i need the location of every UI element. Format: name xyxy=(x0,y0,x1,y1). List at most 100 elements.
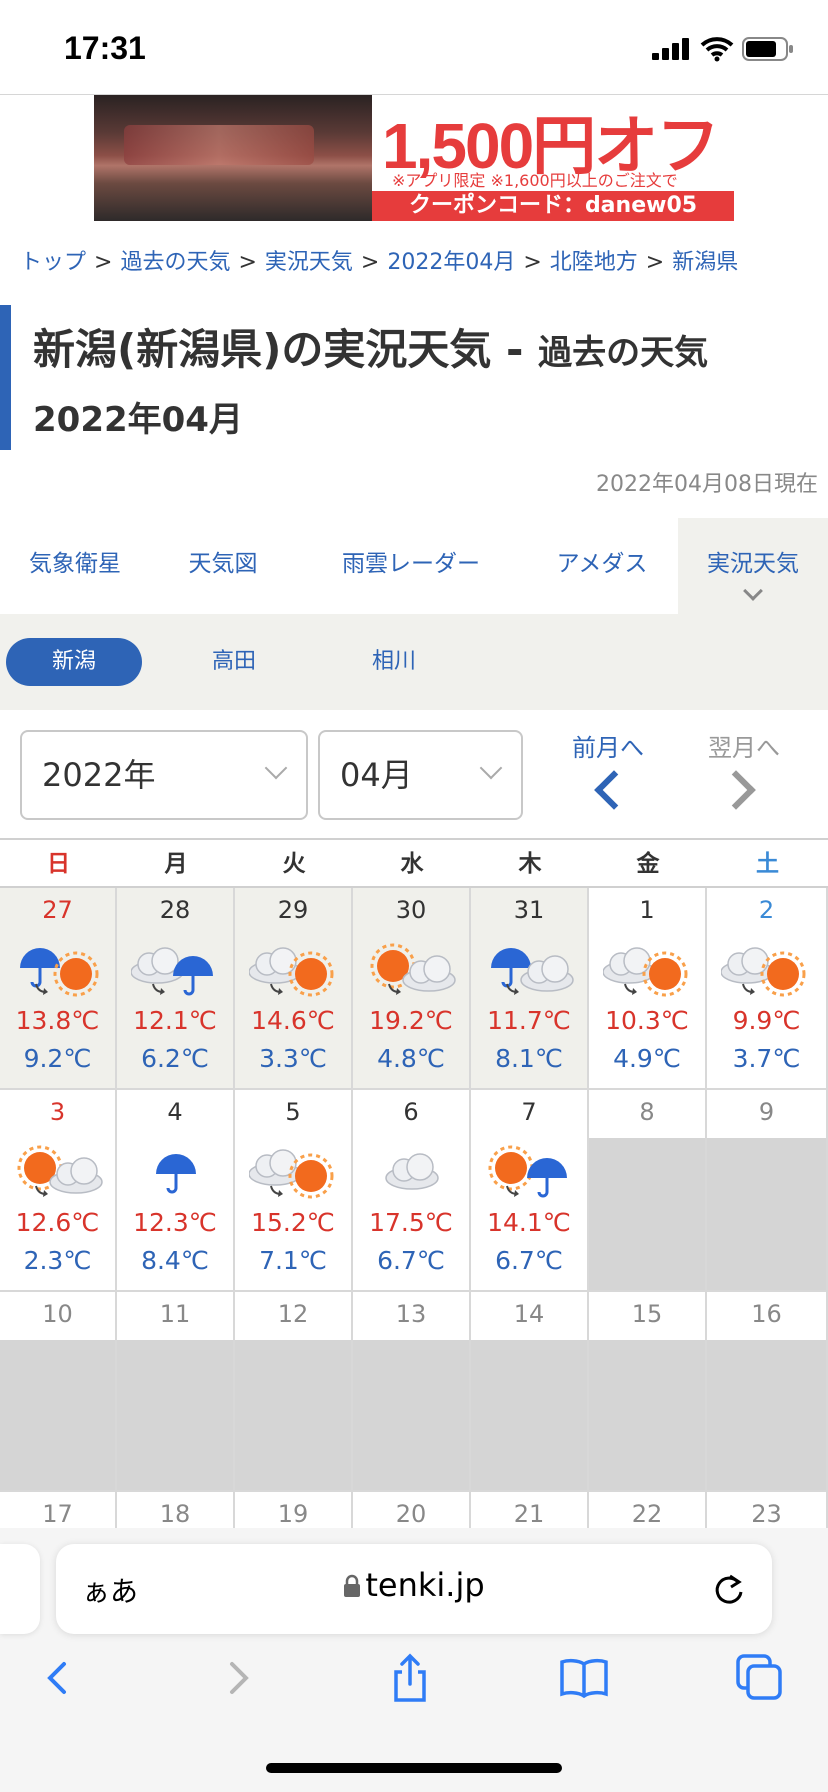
cloud-then-rain-icon xyxy=(130,942,221,998)
cloud-then-sun-icon xyxy=(248,942,339,998)
calendar-day-cell[interactable]: 2 9.9℃ 3.7℃ xyxy=(707,888,828,1090)
calendar-day-cell[interactable]: 31 11.7℃ 8.1℃ xyxy=(471,888,589,1090)
weekday-label: 月 xyxy=(164,851,188,877)
calendar-day-cell: 12 xyxy=(235,1292,353,1492)
breadcrumb-prefecture[interactable]: 新潟県 xyxy=(672,250,738,275)
calendar-day-cell[interactable]: 7 14.1℃ 6.7℃ xyxy=(471,1090,589,1292)
calendar-day-cell: 10 xyxy=(0,1292,117,1492)
calendar-day-cell: 18 xyxy=(117,1492,235,1528)
calendar-day-cell[interactable]: 1 10.3℃ 4.9℃ xyxy=(589,888,707,1090)
forward-icon[interactable] xyxy=(206,1648,266,1708)
high-temp: 12.3℃ xyxy=(133,1208,217,1237)
location-niigata[interactable]: 新潟 xyxy=(6,638,142,686)
current-date: 2022年04月08日現在 xyxy=(596,472,818,497)
no-data-area xyxy=(471,1340,587,1490)
no-data-area xyxy=(353,1340,469,1490)
tab-satellite[interactable]: 気象衛星 xyxy=(0,518,150,614)
breadcrumb-region[interactable]: 北陸地方 xyxy=(550,250,638,275)
day-number: 4 xyxy=(167,1098,183,1126)
low-temp: 2.3℃ xyxy=(23,1246,92,1275)
breadcrumb: トップ > 過去の天気 > 実況天気 >2022年04月 > 北陸地方 > 新潟県 xyxy=(20,250,739,275)
ad-banner[interactable]: 1,500円オフ ※アプリ限定 ※1,600円以上のご注文で クーポンコード：d… xyxy=(94,95,734,221)
calendar-day-cell: 17 xyxy=(0,1492,117,1528)
low-temp: 6.7℃ xyxy=(495,1246,563,1275)
breadcrumb-observed-weather[interactable]: 実況天気 xyxy=(265,250,353,275)
calendar-day-cell[interactable]: 6 17.5℃ 6.7℃ xyxy=(353,1090,471,1292)
calendar-day-cell[interactable]: 28 12.1℃ 6.2℃ xyxy=(117,888,235,1090)
no-data-area xyxy=(589,1340,705,1490)
calendar-day-cell: 14 xyxy=(471,1292,589,1492)
cloud-then-sun-icon xyxy=(248,1144,339,1200)
month-select[interactable]: 04月 xyxy=(318,730,523,820)
calendar-day-cell: 21 xyxy=(471,1492,589,1528)
ad-promo: 1,500円オフ ※アプリ限定 ※1,600円以上のご注文で クーポンコード：d… xyxy=(372,95,734,221)
low-temp: 3.7℃ xyxy=(732,1044,801,1073)
low-temp: 4.8℃ xyxy=(377,1044,445,1073)
calendar-day-cell[interactable]: 4 12.3℃ 8.4℃ xyxy=(117,1090,235,1292)
cloud-then-sun-icon xyxy=(602,942,693,998)
tabs-icon[interactable] xyxy=(730,1648,790,1708)
page-title-main: 新潟(新潟県)の実況天気 xyxy=(33,325,492,374)
calendar-day-cell: 20 xyxy=(353,1492,471,1528)
day-number: 28 xyxy=(159,896,191,924)
tab-observed-weather[interactable]: 実況天気 xyxy=(678,518,828,614)
no-data-area xyxy=(0,1340,115,1490)
calendar-day-cell[interactable]: 30 19.2℃ 4.8℃ xyxy=(353,888,471,1090)
cloud-then-sun-icon xyxy=(720,942,811,998)
low-temp: 6.7℃ xyxy=(377,1246,445,1275)
address-bar[interactable]: ぁあ tenki.jp xyxy=(56,1544,772,1634)
weekday-label: 日 xyxy=(47,851,70,877)
day-number: 9 xyxy=(758,1098,775,1126)
day-number: 30 xyxy=(395,896,427,924)
day-number: 2 xyxy=(758,896,775,924)
low-temp: 8.4℃ xyxy=(141,1246,209,1275)
page-title-dash: - xyxy=(491,325,539,374)
location-takada[interactable]: 高田 xyxy=(166,638,302,686)
day-number: 27 xyxy=(42,896,73,924)
day-number: 5 xyxy=(285,1098,301,1126)
calendar-day-cell[interactable]: 27 13.8℃ 9.2℃ xyxy=(0,888,117,1090)
bookmarks-icon[interactable] xyxy=(554,1648,614,1708)
calendar-day-cell[interactable]: 5 15.2℃ 7.1℃ xyxy=(235,1090,353,1292)
calendar-day-cell: 9 xyxy=(707,1090,828,1292)
back-icon[interactable] xyxy=(30,1648,90,1708)
day-number: 11 xyxy=(159,1300,191,1328)
location-selector: 新潟 高田 相川 xyxy=(0,614,828,710)
calendar-weekday-header: 日月火水木金土 xyxy=(0,838,828,888)
share-icon[interactable] xyxy=(380,1648,440,1708)
tab-weather-map[interactable]: 天気図 xyxy=(150,518,296,614)
weekday-label: 水 xyxy=(400,851,424,877)
signal-icon xyxy=(652,38,690,60)
rain-icon xyxy=(131,1144,221,1200)
next-month-link[interactable]: 翌月へ xyxy=(688,728,800,824)
sun-then-cloud-icon xyxy=(367,942,457,998)
day-number: 14 xyxy=(513,1300,545,1328)
previous-tab-preview[interactable] xyxy=(0,1544,40,1634)
page-title-sub: 過去の天気 xyxy=(538,333,709,373)
high-temp: 15.2℃ xyxy=(251,1208,335,1237)
url-display: tenki.jp xyxy=(56,1566,772,1604)
calendar-day-cell: 15 xyxy=(589,1292,707,1492)
breadcrumb-top[interactable]: トップ xyxy=(20,250,86,275)
page-title-month: 2022年04月 xyxy=(33,400,243,440)
lock-icon xyxy=(344,1574,361,1597)
day-number: 17 xyxy=(42,1500,73,1528)
high-temp: 9.9℃ xyxy=(732,1006,801,1035)
reload-icon[interactable] xyxy=(712,1572,746,1606)
breadcrumb-past-weather[interactable]: 過去の天気 xyxy=(120,250,230,275)
tab-rain-radar[interactable]: 雨雲レーダー xyxy=(296,518,526,614)
weekday-label: 火 xyxy=(282,851,306,877)
title-accent-bar xyxy=(0,305,11,450)
no-data-area xyxy=(117,1340,233,1490)
prev-month-link[interactable]: 前月へ xyxy=(552,728,664,824)
location-aikawa[interactable]: 相川 xyxy=(326,638,462,686)
ad-coupon: クーポンコード：danew05 xyxy=(372,191,734,221)
year-select[interactable]: 2022年 xyxy=(20,730,308,820)
day-number: 13 xyxy=(395,1300,427,1328)
breadcrumb-month[interactable]: 2022年04月 xyxy=(387,250,515,275)
calendar-day-cell[interactable]: 29 14.6℃ 3.3℃ xyxy=(235,888,353,1090)
calendar-day-cell[interactable]: 3 12.6℃ 2.3℃ xyxy=(0,1090,117,1292)
day-number: 19 xyxy=(277,1500,309,1528)
tab-amedas[interactable]: アメダス xyxy=(526,518,678,614)
low-temp: 6.2℃ xyxy=(141,1044,209,1073)
